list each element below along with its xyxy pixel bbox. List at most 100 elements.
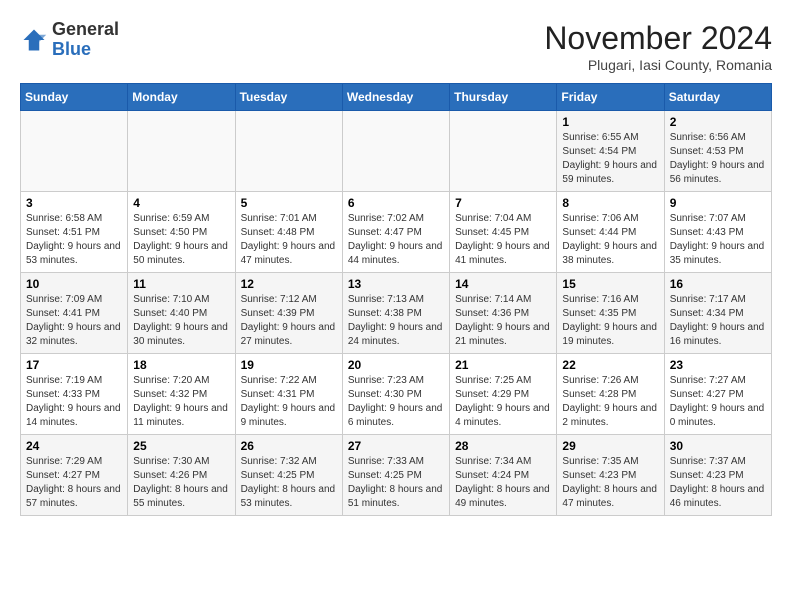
day-info: Sunrise: 7:25 AM Sunset: 4:29 PM Dayligh… <box>455 374 551 430</box>
day-number: 4 <box>133 196 229 210</box>
day-info: Sunrise: 7:32 AM Sunset: 4:25 PM Dayligh… <box>241 455 337 511</box>
weekday-monday: Monday <box>128 84 235 111</box>
day-number: 28 <box>455 439 551 453</box>
day-info: Sunrise: 7:13 AM Sunset: 4:38 PM Dayligh… <box>348 293 444 349</box>
calendar-cell <box>128 111 235 192</box>
calendar-cell: 19 Sunrise: 7:22 AM Sunset: 4:31 PM Dayli… <box>235 354 342 435</box>
calendar-cell: 15 Sunrise: 7:16 AM Sunset: 4:35 PM Dayli… <box>557 273 664 354</box>
weekday-saturday: Saturday <box>664 84 771 111</box>
day-number: 1 <box>562 115 658 129</box>
calendar-cell: 1 Sunrise: 6:55 AM Sunset: 4:54 PM Daylig… <box>557 111 664 192</box>
week-row-2: 3 Sunrise: 6:58 AM Sunset: 4:51 PM Daylig… <box>21 192 772 273</box>
calendar-cell: 17 Sunrise: 7:19 AM Sunset: 4:33 PM Dayli… <box>21 354 128 435</box>
day-number: 12 <box>241 277 337 291</box>
calendar-cell: 14 Sunrise: 7:14 AM Sunset: 4:36 PM Dayli… <box>450 273 557 354</box>
day-info: Sunrise: 7:02 AM Sunset: 4:47 PM Dayligh… <box>348 212 444 268</box>
calendar-cell: 16 Sunrise: 7:17 AM Sunset: 4:34 PM Dayli… <box>664 273 771 354</box>
calendar-cell: 18 Sunrise: 7:20 AM Sunset: 4:32 PM Dayli… <box>128 354 235 435</box>
calendar-cell: 23Sunrise: 7:27 AM Sunset: 4:27 PM Dayli… <box>664 354 771 435</box>
day-number: 14 <box>455 277 551 291</box>
calendar-cell <box>235 111 342 192</box>
day-info: Sunrise: 7:34 AM Sunset: 4:24 PM Dayligh… <box>455 455 551 511</box>
day-number: 19 <box>241 358 337 372</box>
calendar-table: SundayMondayTuesdayWednesdayThursdayFrid… <box>20 83 772 516</box>
day-info: Sunrise: 7:29 AM Sunset: 4:27 PM Dayligh… <box>26 455 122 511</box>
calendar-cell: 5Sunrise: 7:01 AM Sunset: 4:48 PM Daylig… <box>235 192 342 273</box>
calendar-cell: 28 Sunrise: 7:34 AM Sunset: 4:24 PM Dayli… <box>450 435 557 516</box>
day-number: 18 <box>133 358 229 372</box>
calendar-cell: 13 Sunrise: 7:13 AM Sunset: 4:38 PM Dayli… <box>342 273 449 354</box>
day-number: 17 <box>26 358 122 372</box>
day-info: Sunrise: 6:56 AM Sunset: 4:53 PM Dayligh… <box>670 131 766 187</box>
day-info: Sunrise: 7:14 AM Sunset: 4:36 PM Dayligh… <box>455 293 551 349</box>
day-info: Sunrise: 7:35 AM Sunset: 4:23 PM Dayligh… <box>562 455 658 511</box>
day-number: 13 <box>348 277 444 291</box>
weekday-thursday: Thursday <box>450 84 557 111</box>
day-info: Sunrise: 7:16 AM Sunset: 4:35 PM Dayligh… <box>562 293 658 349</box>
day-info: Sunrise: 7:23 AM Sunset: 4:30 PM Dayligh… <box>348 374 444 430</box>
day-info: Sunrise: 7:06 AM Sunset: 4:44 PM Dayligh… <box>562 212 658 268</box>
day-number: 3 <box>26 196 122 210</box>
calendar-cell: 27 Sunrise: 7:33 AM Sunset: 4:25 PM Dayli… <box>342 435 449 516</box>
day-number: 7 <box>455 196 551 210</box>
day-info: Sunrise: 7:26 AM Sunset: 4:28 PM Dayligh… <box>562 374 658 430</box>
calendar-cell <box>450 111 557 192</box>
day-info: Sunrise: 7:04 AM Sunset: 4:45 PM Dayligh… <box>455 212 551 268</box>
day-number: 15 <box>562 277 658 291</box>
calendar-cell: 6Sunrise: 7:02 AM Sunset: 4:47 PM Daylig… <box>342 192 449 273</box>
calendar-cell: 22Sunrise: 7:26 AM Sunset: 4:28 PM Dayli… <box>557 354 664 435</box>
day-number: 11 <box>133 277 229 291</box>
calendar-cell: 30 Sunrise: 7:37 AM Sunset: 4:23 PM Dayli… <box>664 435 771 516</box>
calendar-cell: 20 Sunrise: 7:23 AM Sunset: 4:30 PM Dayli… <box>342 354 449 435</box>
week-row-5: 24Sunrise: 7:29 AM Sunset: 4:27 PM Dayli… <box>21 435 772 516</box>
day-info: Sunrise: 7:30 AM Sunset: 4:26 PM Dayligh… <box>133 455 229 511</box>
title-block: November 2024 Plugari, Iasi County, Roma… <box>544 20 772 73</box>
day-number: 30 <box>670 439 766 453</box>
calendar-cell <box>21 111 128 192</box>
weekday-tuesday: Tuesday <box>235 84 342 111</box>
day-number: 26 <box>241 439 337 453</box>
month-title: November 2024 <box>544 20 772 57</box>
day-number: 2 <box>670 115 766 129</box>
day-info: Sunrise: 6:55 AM Sunset: 4:54 PM Dayligh… <box>562 131 658 187</box>
location: Plugari, Iasi County, Romania <box>544 57 772 73</box>
day-number: 5 <box>241 196 337 210</box>
calendar-body: 1 Sunrise: 6:55 AM Sunset: 4:54 PM Daylig… <box>21 111 772 516</box>
weekday-friday: Friday <box>557 84 664 111</box>
day-number: 20 <box>348 358 444 372</box>
week-row-1: 1 Sunrise: 6:55 AM Sunset: 4:54 PM Daylig… <box>21 111 772 192</box>
calendar-cell: 3 Sunrise: 6:58 AM Sunset: 4:51 PM Daylig… <box>21 192 128 273</box>
day-info: Sunrise: 7:20 AM Sunset: 4:32 PM Dayligh… <box>133 374 229 430</box>
day-number: 8 <box>562 196 658 210</box>
weekday-sunday: Sunday <box>21 84 128 111</box>
day-info: Sunrise: 6:58 AM Sunset: 4:51 PM Dayligh… <box>26 212 122 268</box>
calendar-cell: 7 Sunrise: 7:04 AM Sunset: 4:45 PM Daylig… <box>450 192 557 273</box>
day-info: Sunrise: 7:33 AM Sunset: 4:25 PM Dayligh… <box>348 455 444 511</box>
week-row-4: 17 Sunrise: 7:19 AM Sunset: 4:33 PM Dayli… <box>21 354 772 435</box>
day-info: Sunrise: 7:10 AM Sunset: 4:40 PM Dayligh… <box>133 293 229 349</box>
calendar-cell: 12 Sunrise: 7:12 AM Sunset: 4:39 PM Dayli… <box>235 273 342 354</box>
day-info: Sunrise: 7:12 AM Sunset: 4:39 PM Dayligh… <box>241 293 337 349</box>
calendar-cell: 29 Sunrise: 7:35 AM Sunset: 4:23 PM Dayli… <box>557 435 664 516</box>
calendar-cell: 10 Sunrise: 7:09 AM Sunset: 4:41 PM Dayli… <box>21 273 128 354</box>
calendar-cell: 11 Sunrise: 7:10 AM Sunset: 4:40 PM Dayli… <box>128 273 235 354</box>
day-info: Sunrise: 7:17 AM Sunset: 4:34 PM Dayligh… <box>670 293 766 349</box>
day-info: Sunrise: 7:19 AM Sunset: 4:33 PM Dayligh… <box>26 374 122 430</box>
calendar-cell: 9Sunrise: 7:07 AM Sunset: 4:43 PM Daylig… <box>664 192 771 273</box>
day-number: 25 <box>133 439 229 453</box>
day-info: Sunrise: 7:22 AM Sunset: 4:31 PM Dayligh… <box>241 374 337 430</box>
day-info: Sunrise: 7:37 AM Sunset: 4:23 PM Dayligh… <box>670 455 766 511</box>
day-number: 10 <box>26 277 122 291</box>
calendar-cell: 4 Sunrise: 6:59 AM Sunset: 4:50 PM Daylig… <box>128 192 235 273</box>
day-info: Sunrise: 6:59 AM Sunset: 4:50 PM Dayligh… <box>133 212 229 268</box>
day-info: Sunrise: 7:09 AM Sunset: 4:41 PM Dayligh… <box>26 293 122 349</box>
calendar-cell: 21 Sunrise: 7:25 AM Sunset: 4:29 PM Dayli… <box>450 354 557 435</box>
day-number: 27 <box>348 439 444 453</box>
calendar-cell: 24Sunrise: 7:29 AM Sunset: 4:27 PM Dayli… <box>21 435 128 516</box>
day-number: 23 <box>670 358 766 372</box>
calendar-cell: 26 Sunrise: 7:32 AM Sunset: 4:25 PM Dayli… <box>235 435 342 516</box>
day-number: 29 <box>562 439 658 453</box>
week-row-3: 10 Sunrise: 7:09 AM Sunset: 4:41 PM Dayli… <box>21 273 772 354</box>
day-number: 21 <box>455 358 551 372</box>
day-number: 16 <box>670 277 766 291</box>
